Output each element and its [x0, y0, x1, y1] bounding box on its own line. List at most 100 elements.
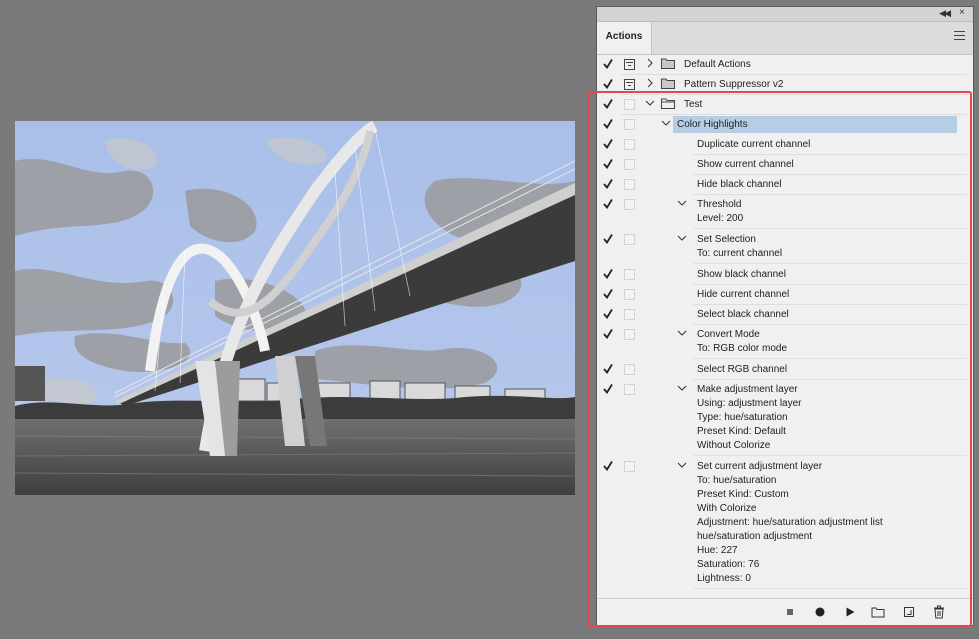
- new-set-folder-icon[interactable]: [871, 605, 885, 619]
- dialog-toggle-icon[interactable]: [624, 269, 635, 280]
- action-step[interactable]: Set current adjustment layer: [597, 457, 973, 477]
- action-step[interactable]: Threshold: [597, 195, 973, 215]
- checkmark-icon[interactable]: [603, 363, 613, 375]
- step-parameter: Preset Kind: Custom: [697, 489, 789, 500]
- hamburger-menu-icon[interactable]: [954, 31, 965, 40]
- record-icon[interactable]: [813, 605, 827, 619]
- dialog-toggle-icon[interactable]: [624, 99, 635, 110]
- step-divider: [693, 358, 967, 359]
- checkmark-icon[interactable]: [603, 98, 613, 110]
- checkmark-icon[interactable]: [603, 138, 613, 150]
- chevron-down-icon[interactable]: [677, 327, 687, 339]
- dialog-toggle-icon[interactable]: [624, 179, 635, 190]
- chevron-down-icon[interactable]: [677, 459, 687, 471]
- action-set-test[interactable]: Test: [597, 95, 973, 115]
- action-label: Color Highlights: [677, 119, 748, 130]
- action-set-default-actions[interactable]: Default Actions: [597, 55, 973, 75]
- step-parameter: To: current channel: [697, 248, 783, 259]
- checkmark-icon[interactable]: [603, 308, 613, 320]
- panel-footer-toolbar: [597, 598, 973, 625]
- checkmark-icon[interactable]: [603, 328, 613, 340]
- dialog-toggle-icon[interactable]: [624, 159, 635, 170]
- chevron-right-icon[interactable]: [645, 77, 655, 89]
- action-step[interactable]: Duplicate current channel: [597, 135, 973, 155]
- checkmark-icon[interactable]: [603, 58, 613, 70]
- action-step[interactable]: Select black channel: [597, 305, 973, 325]
- checkmark-icon[interactable]: [603, 268, 613, 280]
- close-icon[interactable]: ×: [959, 7, 965, 18]
- actions-panel: ◀◀ × Actions Default Actions Pattern Sup…: [596, 6, 974, 626]
- action-step[interactable]: Show current channel: [597, 155, 973, 175]
- checkmark-icon[interactable]: [603, 383, 613, 395]
- step-parameter: Level: 200: [697, 213, 744, 224]
- step-parameter: Adjustment: hue/saturation adjustment li…: [697, 517, 883, 528]
- panel-title-bar[interactable]: ◀◀ ×: [597, 7, 973, 22]
- action-color-highlights[interactable]: Color Highlights: [597, 115, 973, 135]
- checkmark-icon[interactable]: [603, 78, 613, 90]
- step-divider: [693, 263, 967, 264]
- step-divider: [693, 228, 967, 229]
- dialog-toggle-icon[interactable]: [624, 309, 635, 320]
- step-label: Select RGB channel: [697, 364, 788, 375]
- chevron-down-icon[interactable]: [677, 382, 687, 394]
- dialog-toggle-icon[interactable]: [624, 461, 635, 472]
- dialog-toggle-icon[interactable]: [624, 79, 635, 90]
- action-step[interactable]: Show black channel: [597, 265, 973, 285]
- actions-list: Default Actions Pattern Suppressor v2 Te…: [597, 55, 973, 600]
- dialog-toggle-icon[interactable]: [624, 234, 635, 245]
- action-step[interactable]: Hide black channel: [597, 175, 973, 195]
- step-parameter: Preset Kind: Default: [697, 426, 786, 437]
- step-label: Show current channel: [697, 159, 794, 170]
- checkmark-icon[interactable]: [603, 460, 613, 472]
- panel-tab-bar: Actions: [597, 22, 973, 55]
- folder-open-icon: [661, 98, 675, 109]
- dialog-toggle-icon[interactable]: [624, 139, 635, 150]
- step-divider: [693, 455, 967, 456]
- checkmark-icon[interactable]: [603, 158, 613, 170]
- chevron-down-icon[interactable]: [677, 232, 687, 244]
- step-parameter: Without Colorize: [697, 440, 771, 451]
- play-icon[interactable]: [843, 605, 857, 619]
- checkmark-icon[interactable]: [603, 118, 613, 130]
- step-parameter: Using: adjustment layer: [697, 398, 802, 409]
- chevron-right-icon[interactable]: [645, 57, 655, 69]
- chevron-down-icon[interactable]: [645, 97, 655, 109]
- dialog-toggle-icon[interactable]: [624, 329, 635, 340]
- folder-icon: [661, 78, 675, 89]
- action-label: Default Actions: [684, 59, 751, 70]
- folder-icon: [661, 58, 675, 69]
- delete-trash-icon[interactable]: [932, 605, 946, 619]
- document-image: [15, 121, 575, 495]
- checkmark-icon[interactable]: [603, 288, 613, 300]
- chevron-down-icon[interactable]: [661, 117, 671, 129]
- double-chevron-left-icon[interactable]: ◀◀: [939, 8, 951, 19]
- step-parameter: Hue: 227: [697, 545, 738, 556]
- chevron-down-icon[interactable]: [677, 197, 687, 209]
- action-label: Test: [684, 99, 703, 110]
- step-label: Duplicate current channel: [697, 139, 811, 150]
- tab-actions[interactable]: Actions: [597, 22, 652, 54]
- step-label: Hide black channel: [697, 179, 782, 190]
- step-parameter: hue/saturation adjustment: [697, 531, 813, 542]
- action-step[interactable]: Hide current channel: [597, 285, 973, 305]
- step-label: Hide current channel: [697, 289, 790, 300]
- step-label: Select black channel: [697, 309, 789, 320]
- dialog-toggle-icon[interactable]: [624, 364, 635, 375]
- dialog-toggle-icon[interactable]: [624, 59, 635, 70]
- checkmark-icon[interactable]: [603, 198, 613, 210]
- action-set-pattern-suppressor[interactable]: Pattern Suppressor v2: [597, 75, 973, 95]
- new-action-icon[interactable]: [902, 605, 916, 619]
- step-divider: [693, 588, 967, 589]
- checkmark-icon[interactable]: [603, 178, 613, 190]
- action-step[interactable]: Select RGB channel: [597, 360, 973, 380]
- checkmark-icon[interactable]: [603, 233, 613, 245]
- bridge-photo: [15, 121, 575, 495]
- dialog-toggle-icon[interactable]: [624, 119, 635, 130]
- dialog-toggle-icon[interactable]: [624, 289, 635, 300]
- dialog-toggle-icon[interactable]: [624, 384, 635, 395]
- dialog-toggle-icon[interactable]: [624, 199, 635, 210]
- stop-icon[interactable]: [783, 605, 797, 619]
- step-parameter: Lightness: 0: [697, 573, 751, 584]
- step-parameter: Saturation: 76: [697, 559, 760, 570]
- action-step[interactable]: Set Selection: [597, 230, 973, 250]
